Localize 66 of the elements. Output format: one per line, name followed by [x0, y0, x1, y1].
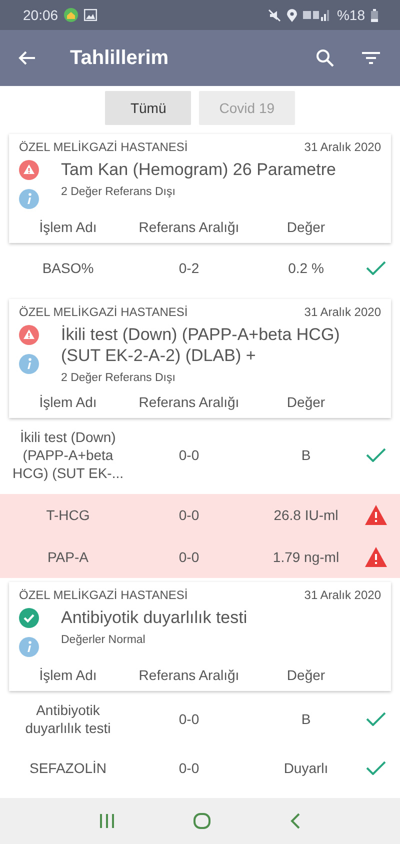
- column-header: Referans Aralığı: [138, 394, 240, 410]
- info-icon: [19, 189, 39, 209]
- location-icon: [286, 8, 297, 22]
- column-header: Referans Aralığı: [138, 219, 240, 235]
- hospital-name: ÖZEL MELİKGAZİ HASTANESİ: [19, 140, 188, 154]
- result-date: 31 Aralık 2020: [304, 588, 381, 602]
- result-date: 31 Aralık 2020: [304, 140, 381, 154]
- result-card[interactable]: ÖZEL MELİKGAZİ HASTANESİ 31 Aralık 2020 Tam Kan (Hemogram) 26 Parametre 2 Değer Referans Dışı İşlem Adı Referans Aralığı Değer: [9, 134, 391, 243]
- column-header: Referans Aralığı: [138, 667, 240, 683]
- filter-icon[interactable]: [362, 51, 380, 65]
- recent-apps-icon[interactable]: [99, 813, 115, 829]
- home-button-icon[interactable]: [193, 812, 211, 830]
- check-circle-icon: [19, 608, 39, 628]
- image-icon: [84, 9, 98, 21]
- warning-icon: [365, 505, 387, 525]
- table-cell-text: Antibiyotik duyarlılık testi: [24, 701, 112, 737]
- column-header: İşlem Adı: [38, 394, 98, 410]
- result-summary: Değerler Normal: [61, 634, 146, 646]
- home-icon: [64, 8, 78, 22]
- clock-time: 20:06: [23, 7, 58, 23]
- search-icon[interactable]: [316, 49, 334, 67]
- mute-icon: [268, 8, 281, 22]
- table-cell-text: Duyarlı: [282, 759, 330, 777]
- result-date: 31 Aralık 2020: [304, 305, 381, 319]
- result-card[interactable]: ÖZEL MELİKGAZİ HASTANESİ 31 Aralık 2020 İkili test (Down) (PAPP-A+beta HCG) (SUT EK-2-A-2) (DLAB) + 2 Değer Referans Dışı İşlem Adı Referans Aralığı Değer: [9, 299, 391, 418]
- result-summary: 2 Değer Referans Dışı: [61, 372, 176, 384]
- table-cell-text: 0-2: [178, 259, 200, 277]
- column-header: İşlem Adı: [38, 667, 98, 683]
- hospital-name: ÖZEL MELİKGAZİ HASTANESİ: [19, 305, 188, 319]
- table-cell-text: BASO%: [41, 259, 95, 277]
- result-card[interactable]: ÖZEL MELİKGAZİ HASTANESİ 31 Aralık 2020 Antibiyotik duyarlılık testi Değerler Normal İşlem Adı Referans Aralığı Değer: [9, 582, 391, 691]
- hospital-name: ÖZEL MELİKGAZİ HASTANESİ: [19, 588, 188, 602]
- test-title: Tam Kan (Hemogram) 26 Parametre: [61, 159, 337, 180]
- filter-tab[interactable]: Tümü: [105, 91, 192, 125]
- info-icon: [19, 637, 39, 657]
- battery-percent: %18: [336, 7, 365, 23]
- table-cell-text: T-HCG: [45, 506, 91, 524]
- warning-icon: [365, 547, 387, 567]
- back-arrow-icon[interactable]: [18, 50, 36, 66]
- table-cell-text: İkili test (Down) (PAPP-A+beta HCG) (SUT EK-...: [12, 428, 124, 482]
- column-header: Değer: [286, 667, 326, 683]
- warning-icon: [19, 325, 39, 345]
- back-icon[interactable]: [289, 812, 301, 830]
- table-cell-text: 0.2 %: [287, 259, 325, 277]
- signal-icon: [302, 9, 331, 21]
- table-cell-text: 0-0: [178, 506, 200, 524]
- table-cell-text: 0-0: [178, 548, 200, 566]
- info-icon: [19, 354, 39, 374]
- table-cell-text: 0-0: [178, 710, 200, 728]
- column-header: Değer: [286, 394, 326, 410]
- battery-icon: [371, 8, 378, 22]
- table-cell-text: 26.8 IU-ml: [272, 506, 340, 524]
- table-cell-text: B: [300, 710, 312, 728]
- screen-title: Tahlillerim: [70, 46, 170, 70]
- result-summary: 2 Değer Referans Dışı: [61, 186, 176, 198]
- table-cell-text: 1.79 ng-ml: [272, 548, 340, 566]
- table-cell-text: B: [300, 446, 312, 464]
- test-title: Antibiyotik duyarlılık testi: [61, 607, 248, 628]
- table-cell-text: SEFAZOLİN: [28, 759, 108, 777]
- warning-icon: [19, 160, 39, 180]
- column-header: Değer: [286, 219, 326, 235]
- column-header: İşlem Adı: [38, 219, 98, 235]
- table-cell-text: 0-0: [178, 759, 200, 777]
- table-cell-text: 0-0: [178, 446, 200, 464]
- test-title: İkili test (Down) (PAPP-A+beta HCG) (SUT EK-2-A-2) (DLAB) +: [61, 324, 341, 366]
- table-cell-text: PAP-A: [46, 548, 90, 566]
